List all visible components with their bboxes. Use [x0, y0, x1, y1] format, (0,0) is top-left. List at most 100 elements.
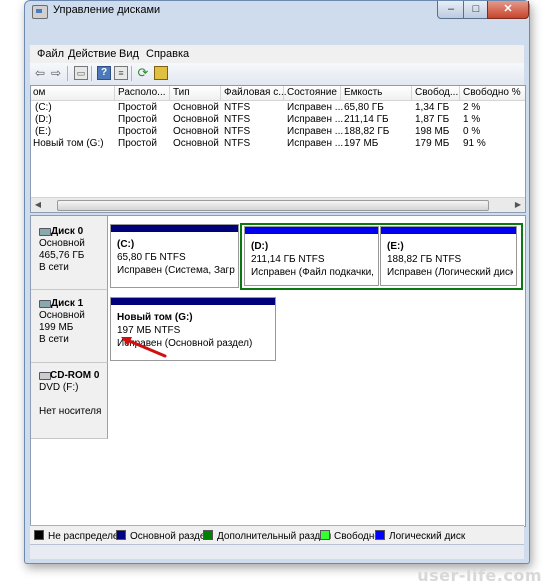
volume-row-g[interactable]: Новый том (G:) Простой Основной NTFS Исп…	[31, 138, 525, 150]
legend-swatch	[203, 530, 213, 540]
status-bar	[30, 544, 524, 559]
partition-status: Исправен (Логический диск)	[387, 267, 513, 278]
action-icon[interactable]	[154, 66, 168, 80]
filesystem-cell: NTFS	[224, 102, 251, 113]
column-divider[interactable]	[411, 86, 412, 100]
list-icon[interactable]: ≡	[114, 66, 128, 80]
red-arrow-annotation	[121, 337, 167, 358]
partition-name: Новый том (G:)	[117, 312, 193, 323]
free-space-cell: 179 МБ	[415, 138, 450, 149]
menu-view[interactable]: Вид	[119, 48, 139, 60]
column-divider[interactable]	[340, 86, 341, 100]
partition-d[interactable]: (D:) 211,14 ГБ NTFS Исправен (Файл подка…	[244, 226, 379, 286]
disk-map: Диск 0 Основной 465,76 ГБ В сети (C:) 65…	[30, 215, 526, 527]
hard-disk-icon	[39, 228, 51, 236]
help-icon[interactable]: ?	[97, 66, 111, 80]
partition-status: Исправен (Файл подкачки, Лог	[251, 267, 375, 278]
volume-row-c[interactable]: (C:) Простой Основной NTFS Исправен ... …	[31, 102, 525, 114]
column-header-volume[interactable]: ом	[33, 87, 45, 98]
layout-cell: Простой	[118, 114, 157, 125]
type-cell: Основной	[173, 114, 219, 125]
column-header-percent-free[interactable]: Свободно %	[463, 87, 521, 98]
free-space-cell: 198 МБ	[415, 126, 450, 137]
disk-management-app-icon	[32, 5, 48, 19]
percent-free-cell: 0 %	[463, 126, 481, 137]
disk-1-label[interactable]: Диск 1 Основной 199 МБ В сети	[31, 290, 108, 363]
horizontal-scrollbar[interactable]: ◀ ▶	[31, 197, 525, 212]
column-header-free-space[interactable]: Свобод...	[415, 87, 458, 98]
volume-cell: (D:)	[35, 114, 52, 125]
status-cell: Исправен ...	[287, 126, 344, 137]
volume-row-e[interactable]: (E:) Простой Основной NTFS Исправен ... …	[31, 126, 525, 138]
percent-free-cell: 2 %	[463, 102, 481, 113]
volume-list: ом Располо... Тип Файловая с... Состояни…	[30, 85, 526, 213]
status-cell: Исправен ...	[287, 102, 344, 113]
volume-cell: (E:)	[35, 126, 52, 137]
back-icon[interactable]: ⇦	[33, 66, 47, 80]
close-button[interactable]: ✕	[487, 1, 529, 19]
disk-name: Диск 0	[51, 226, 84, 237]
legend-swatch	[116, 530, 126, 540]
maximize-button[interactable]: □	[463, 1, 489, 19]
disk-status: В сети	[39, 262, 69, 273]
volume-cell: (C:)	[35, 102, 52, 113]
watermark: user-life.com	[417, 566, 542, 585]
column-header-capacity[interactable]: Емкость	[344, 87, 382, 98]
free-space-cell: 1,34 ГБ	[415, 102, 450, 113]
type-cell: Основной	[173, 126, 219, 137]
column-header-status[interactable]: Состояние	[287, 87, 337, 98]
percent-free-cell: 1 %	[463, 114, 481, 125]
column-header-layout[interactable]: Располо...	[118, 87, 166, 98]
capacity-cell: 65,80 ГБ	[344, 102, 384, 113]
properties-icon[interactable]: ▭	[74, 66, 88, 80]
disk-management-window: Управление дисками – □ ✕ Файл Действие В…	[24, 0, 530, 564]
layout-cell: Простой	[118, 126, 157, 137]
disk-0-label[interactable]: Диск 0 Основной 465,76 ГБ В сети	[31, 216, 108, 290]
column-divider[interactable]	[459, 86, 460, 100]
toolbar: ⇦ ⇨ ▭ ? ≡ ⟳	[30, 63, 524, 86]
status-cell: Исправен ...	[287, 114, 344, 125]
disk-type: Основной	[39, 310, 85, 321]
toolbar-separator	[131, 66, 132, 81]
minimize-button[interactable]: –	[437, 1, 465, 19]
menu-help[interactable]: Справка	[146, 48, 189, 60]
partition-e[interactable]: (E:) 188,82 ГБ NTFS Исправен (Логический…	[380, 226, 517, 286]
column-divider[interactable]	[114, 86, 115, 100]
column-header-filesystem[interactable]: Файловая с...	[224, 87, 287, 98]
disk-name: Диск 1	[51, 298, 84, 309]
legend-free: Свободно	[320, 530, 380, 542]
scroll-right-icon[interactable]: ▶	[513, 200, 523, 209]
disk-size: 199 МБ	[39, 322, 74, 333]
filesystem-cell: NTFS	[224, 138, 251, 149]
cd-rom-0-label[interactable]: CD-ROM 0 DVD (F:) Нет носителя	[31, 363, 108, 439]
legend-extended: Дополнительный раздел	[203, 530, 331, 542]
capacity-cell: 197 МБ	[344, 138, 379, 149]
percent-free-cell: 91 %	[463, 138, 486, 149]
legend-unallocated: Не распределен	[34, 530, 124, 542]
disk-name: CD-ROM 0	[50, 370, 100, 381]
toolbar-separator	[67, 66, 68, 81]
disk-type: DVD (F:)	[39, 382, 79, 393]
menu-action[interactable]: Действие	[68, 48, 116, 60]
column-divider[interactable]	[220, 86, 221, 100]
scrollbar-thumb[interactable]	[57, 200, 489, 211]
filesystem-cell: NTFS	[224, 126, 251, 137]
volume-cell: Новый том (G:)	[33, 138, 104, 149]
forward-icon[interactable]: ⇨	[49, 66, 63, 80]
column-header-type[interactable]: Тип	[173, 87, 190, 98]
partition-c[interactable]: (C:) 65,80 ГБ NTFS Исправен (Система, За…	[110, 224, 239, 288]
type-cell: Основной	[173, 138, 219, 149]
column-divider[interactable]	[169, 86, 170, 100]
menu-file[interactable]: Файл	[37, 48, 64, 60]
volume-row-d[interactable]: (D:) Простой Основной NTFS Исправен ... …	[31, 114, 525, 126]
partition-size: 65,80 ГБ NTFS	[117, 252, 186, 263]
column-divider[interactable]	[283, 86, 284, 100]
rescan-icon[interactable]: ⟳	[136, 66, 150, 80]
scroll-left-icon[interactable]: ◀	[33, 200, 43, 209]
legend-bar: Не распределен Основной раздел Дополните…	[30, 525, 524, 544]
logical-drive-bar	[381, 227, 516, 234]
title-bar[interactable]: Управление дисками – □ ✕	[25, 1, 529, 41]
primary-partition-bar	[111, 298, 275, 305]
partition-name: (C:)	[117, 239, 135, 250]
hard-disk-icon	[39, 300, 51, 308]
